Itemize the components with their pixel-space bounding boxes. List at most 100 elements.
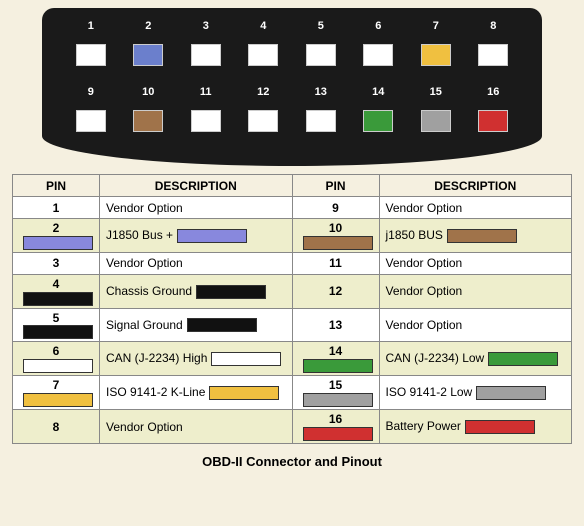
desc2-cell-3: Vendor Option <box>379 274 572 308</box>
pin2-cell-7: 16 <box>292 410 379 444</box>
table-row-0: 1Vendor Option9Vendor Option <box>13 197 572 219</box>
pin-slot-3: 3 <box>191 20 221 76</box>
pin-slot-10: 10 <box>133 86 163 142</box>
pin-slot-16: 16 <box>478 86 508 142</box>
desc2-cell-2: Vendor Option <box>379 252 572 274</box>
pin-slot-5: 5 <box>306 20 336 76</box>
desc1-cell-6: ISO 9141-2 K-Line <box>100 376 293 410</box>
pin-box-14 <box>363 110 393 132</box>
pin-slot-1: 1 <box>76 20 106 76</box>
pin-box-4 <box>248 44 278 66</box>
page-title: OBD-II Connector and Pinout <box>202 454 382 469</box>
pin-slot-11: 11 <box>191 86 221 142</box>
pin-box-1 <box>76 44 106 66</box>
desc1-cell-7: Vendor Option <box>100 410 293 444</box>
table-row-6: 7ISO 9141-2 K-Line15ISO 9141-2 Low <box>13 376 572 410</box>
desc2-cell-4: Vendor Option <box>379 308 572 342</box>
pin2-cell-3: 12 <box>292 274 379 308</box>
desc1-cell-1: J1850 Bus + <box>100 219 293 253</box>
swatch-left-6 <box>23 393 93 407</box>
pin-slot-6: 6 <box>363 20 393 76</box>
swatch-desc2-1 <box>447 229 517 243</box>
pin-slot-4: 4 <box>248 20 278 76</box>
pin-box-16 <box>478 110 508 132</box>
header-pin1: PIN <box>13 175 100 197</box>
table-row-2: 3Vendor Option11Vendor Option <box>13 252 572 274</box>
pin1-cell-0: 1 <box>13 197 100 219</box>
desc1-cell-2: Vendor Option <box>100 252 293 274</box>
pin1-cell-6: 7 <box>13 376 100 410</box>
desc2-cell-7: Battery Power <box>379 410 572 444</box>
swatch-desc1-4 <box>187 318 257 332</box>
pin-slot-9: 9 <box>76 86 106 142</box>
desc1-cell-5: CAN (J-2234) High <box>100 342 293 376</box>
swatch-left-3 <box>23 292 93 306</box>
header-desc2: DESCRIPTION <box>379 175 572 197</box>
pin2-cell-4: 13 <box>292 308 379 342</box>
swatch-pin2-5 <box>303 359 373 373</box>
pin-box-3 <box>191 44 221 66</box>
header-pin2: PIN <box>292 175 379 197</box>
swatch-pin2-1 <box>303 236 373 250</box>
pin-slot-7: 7 <box>421 20 451 76</box>
table-row-3: 4Chassis Ground12Vendor Option <box>13 274 572 308</box>
pin-box-11 <box>191 110 221 132</box>
pin2-cell-6: 15 <box>292 376 379 410</box>
pin-box-10 <box>133 110 163 132</box>
desc1-cell-4: Signal Ground <box>100 308 293 342</box>
pin2-cell-2: 11 <box>292 252 379 274</box>
connector-diagram: 12345678 910111213141516 <box>12 8 572 166</box>
pinout-table: PIN DESCRIPTION PIN DESCRIPTION 1Vendor … <box>12 174 572 444</box>
pin-box-2 <box>133 44 163 66</box>
desc1-cell-3: Chassis Ground <box>100 274 293 308</box>
desc2-cell-1: j1850 BUS <box>379 219 572 253</box>
swatch-left-4 <box>23 325 93 339</box>
top-pin-row: 12345678 <box>62 20 522 76</box>
pin1-cell-1: 2 <box>13 219 100 253</box>
pin-box-7 <box>421 44 451 66</box>
pin-slot-15: 15 <box>421 86 451 142</box>
pin-box-8 <box>478 44 508 66</box>
swatch-left-5 <box>23 359 93 373</box>
table-row-5: 6CAN (J-2234) High14CAN (J-2234) Low <box>13 342 572 376</box>
swatch-desc2-6 <box>476 386 546 400</box>
swatch-desc1-5 <box>211 352 281 366</box>
pin-box-12 <box>248 110 278 132</box>
swatch-desc2-7 <box>465 420 535 434</box>
swatch-desc1-3 <box>196 285 266 299</box>
table-row-4: 5Signal Ground13Vendor Option <box>13 308 572 342</box>
desc1-cell-0: Vendor Option <box>100 197 293 219</box>
swatch-left-1 <box>23 236 93 250</box>
pin1-cell-4: 5 <box>13 308 100 342</box>
pin2-cell-5: 14 <box>292 342 379 376</box>
pin-box-5 <box>306 44 336 66</box>
swatch-pin2-6 <box>303 393 373 407</box>
desc2-cell-6: ISO 9141-2 Low <box>379 376 572 410</box>
header-desc1: DESCRIPTION <box>100 175 293 197</box>
swatch-pin2-7 <box>303 427 373 441</box>
pin2-cell-0: 9 <box>292 197 379 219</box>
table-row-1: 2J1850 Bus +10j1850 BUS <box>13 219 572 253</box>
pin1-cell-2: 3 <box>13 252 100 274</box>
pin1-cell-3: 4 <box>13 274 100 308</box>
swatch-desc1-6 <box>209 386 279 400</box>
pin-box-13 <box>306 110 336 132</box>
pin-slot-2: 2 <box>133 20 163 76</box>
desc2-cell-5: CAN (J-2234) Low <box>379 342 572 376</box>
pin1-cell-7: 8 <box>13 410 100 444</box>
pin-slot-8: 8 <box>478 20 508 76</box>
pin-box-15 <box>421 110 451 132</box>
desc2-cell-0: Vendor Option <box>379 197 572 219</box>
swatch-desc2-5 <box>488 352 558 366</box>
pin-box-6 <box>363 44 393 66</box>
pin1-cell-5: 6 <box>13 342 100 376</box>
pin-slot-13: 13 <box>306 86 336 142</box>
pin2-cell-1: 10 <box>292 219 379 253</box>
bottom-pin-row: 9 10 11 12 13 14 15 16 <box>62 86 522 142</box>
pin-box-9 <box>76 110 106 132</box>
pin-slot-14: 14 <box>363 86 393 142</box>
pin-slot-12: 12 <box>248 86 278 142</box>
swatch-desc1-1 <box>177 229 247 243</box>
obd-connector: 12345678 910111213141516 <box>42 8 542 166</box>
table-row-7: 8Vendor Option16Battery Power <box>13 410 572 444</box>
